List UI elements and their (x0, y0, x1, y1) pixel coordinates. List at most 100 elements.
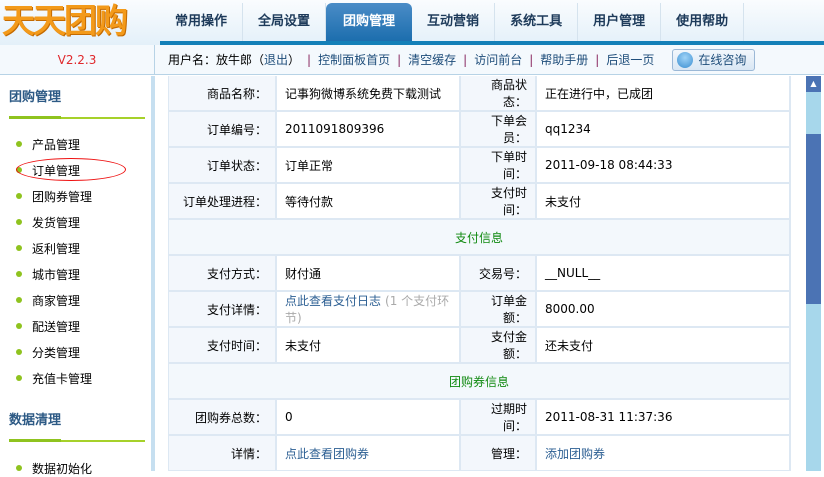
bullet-icon (16, 271, 22, 277)
pay-time: 未支付 (537, 184, 789, 218)
logo: 天天团购 (2, 1, 128, 40)
section-row: 团购券信息 (169, 364, 789, 398)
sidebar-item-coupons[interactable]: 团购券管理 (16, 187, 92, 205)
order-progress: 等待付款 (277, 184, 459, 218)
bullet-icon (16, 323, 22, 329)
payment-method: 财付通 (277, 256, 459, 290)
label: 订单金额： (461, 292, 535, 326)
table-row: 详情： 点此查看团购券 管理： 添加团购券 (169, 436, 789, 470)
sidebar-item-data-init[interactable]: 数据初始化 (16, 459, 92, 477)
section-divider (9, 439, 145, 442)
label: 下单会员： (461, 112, 535, 146)
tab-help[interactable]: 使用帮助 (661, 3, 745, 42)
logout-link[interactable]: 退出 (264, 46, 288, 74)
payment-section-title: 支付信息 (169, 220, 789, 254)
separator: | (307, 53, 312, 67)
scrollbar-thumb[interactable] (806, 134, 821, 304)
bullet-icon (16, 297, 22, 303)
separator: | (529, 53, 534, 67)
scroll-up-arrow-icon[interactable]: ▲ (806, 76, 821, 92)
bullet-icon (16, 375, 22, 381)
section-divider (9, 116, 145, 119)
online-consult-button[interactable]: 在线咨询 (672, 49, 756, 71)
sidebar-item-merchants[interactable]: 商家管理 (16, 291, 80, 309)
table-row: 商品名称： 记事狗微博系统免费下载测试 商品状态： 正在进行中，已成团 (169, 76, 789, 110)
label: 管理： (461, 436, 535, 470)
qq-icon (677, 52, 694, 68)
tab-system-tools[interactable]: 系统工具 (495, 3, 579, 42)
username-suffix: ） (288, 53, 301, 67)
tab-common[interactable]: 常用操作 (160, 3, 244, 42)
sidebar-item-products[interactable]: 产品管理 (16, 135, 80, 153)
table-row: 订单状态： 订单正常 下单时间： 2011-09-18 08:44:33 (169, 148, 789, 182)
view-coupons-link[interactable]: 点此查看团购券 (285, 447, 369, 461)
version-label: V2.2.3 (0, 45, 155, 75)
consult-label: 在线咨询 (698, 53, 747, 67)
order-status: 订单正常 (277, 148, 459, 182)
main-nav: 常用操作 全局设置 团购管理 互动营销 系统工具 用户管理 使用帮助 (160, 3, 745, 42)
coupon-total: 0 (277, 400, 459, 434)
table-row: 支付时间： 未支付 支付金额： 还未支付 (169, 328, 789, 362)
menu-label: 配送管理 (32, 319, 81, 334)
menu-label: 分类管理 (32, 345, 81, 360)
sidebar-section-title: 团购管理 (9, 90, 62, 105)
label: 支付金额： (461, 328, 535, 362)
separator: | (397, 53, 402, 67)
order-time: 2011-09-18 08:44:33 (537, 148, 789, 182)
label: 商品状态： (461, 76, 535, 110)
order-detail-panel: 商品名称： 记事狗微博系统免费下载测试 商品状态： 正在进行中，已成团 订单编号： 20… (168, 76, 791, 471)
label: 支付时间： (461, 184, 535, 218)
bullet-icon (16, 141, 22, 147)
tab-marketing[interactable]: 互动营销 (412, 3, 496, 42)
go-back-link[interactable]: 后退一页 (606, 46, 654, 74)
vertical-scrollbar[interactable]: ▲ (806, 76, 821, 471)
menu-label: 团购券管理 (32, 189, 93, 204)
add-coupon-link[interactable]: 添加团购券 (545, 447, 605, 461)
bullet-icon (16, 245, 22, 251)
section-row: 支付信息 (169, 220, 789, 254)
table-row: 订单处理进程： 等待付款 支付时间： 未支付 (169, 184, 789, 218)
table-row: 团购券总数： 0 过期时间： 2011-08-31 11:37:36 (169, 400, 789, 434)
sidebar-item-categories[interactable]: 分类管理 (16, 343, 80, 361)
tab-global-settings[interactable]: 全局设置 (243, 3, 327, 42)
bullet-icon (16, 219, 22, 225)
coupon-section-title: 团购券信息 (169, 364, 789, 398)
tab-groupbuy-management[interactable]: 团购管理 (326, 3, 413, 42)
sidebar-item-cities[interactable]: 城市管理 (16, 265, 80, 283)
username-label: 用户名：放牛郎（ (168, 53, 265, 67)
payment-log-link[interactable]: 点此查看支付日志 (285, 294, 381, 308)
label: 订单处理进程： (169, 184, 275, 218)
label: 过期时间： (461, 400, 535, 434)
help-manual-link[interactable]: 帮助手册 (540, 46, 588, 74)
visit-frontend-link[interactable]: 访问前台 (474, 46, 522, 74)
expire-time: 2011-08-31 11:37:36 (537, 400, 789, 434)
label: 订单编号： (169, 112, 275, 146)
sidebar-item-delivery[interactable]: 配送管理 (16, 317, 80, 335)
menu-label: 数据初始化 (32, 461, 93, 476)
product-status: 正在进行中，已成团 (537, 76, 789, 110)
sidebar-item-shipping[interactable]: 发货管理 (16, 213, 80, 231)
label: 交易号： (461, 256, 535, 290)
sidebar: 团购管理 产品管理 订单管理 团购券管理 发货管理 返利管理 城市管理 商家管理… (0, 76, 155, 476)
label: 支付时间： (169, 328, 275, 362)
label: 商品名称： (169, 76, 275, 110)
label: 订单状态： (169, 148, 275, 182)
sidebar-section-title: 数据清理 (9, 413, 62, 428)
table-row: 订单编号： 2011091809396 下单会员： qq1234 (169, 112, 789, 146)
menu-label: 充值卡管理 (32, 371, 93, 386)
label: 下单时间： (461, 148, 535, 182)
bullet-icon (16, 193, 22, 199)
sidebar-item-recharge-cards[interactable]: 充值卡管理 (16, 369, 92, 387)
paid-amount: 还未支付 (537, 328, 789, 362)
header: 天天团购 常用操作 全局设置 团购管理 互动营销 系统工具 用户管理 使用帮助 (0, 0, 824, 45)
order-detail-table: 商品名称： 记事狗微博系统免费下载测试 商品状态： 正在进行中，已成团 订单编号： 20… (168, 76, 791, 471)
order-number: 2011091809396 (277, 112, 459, 146)
menu-label: 商家管理 (32, 293, 81, 308)
trade-number: __NULL__ (537, 256, 789, 290)
clear-cache-link[interactable]: 清空缓存 (408, 46, 456, 74)
label: 详情： (169, 436, 275, 470)
dashboard-link[interactable]: 控制面板首页 (318, 46, 390, 74)
label: 支付详情： (169, 292, 275, 326)
tab-user-management[interactable]: 用户管理 (578, 3, 662, 42)
sidebar-item-rebates[interactable]: 返利管理 (16, 239, 80, 257)
